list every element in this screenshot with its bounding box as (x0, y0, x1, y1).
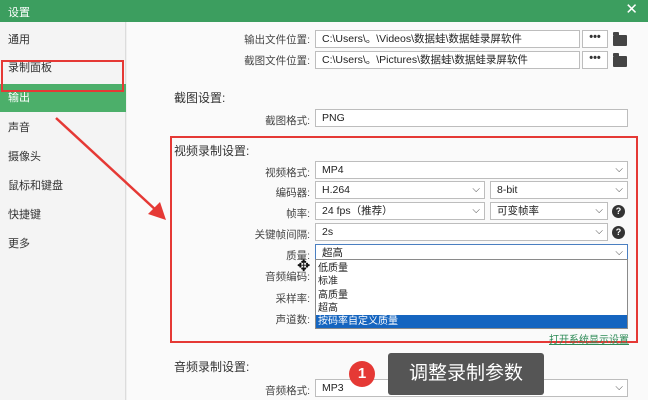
annotation-arrow (55, 117, 166, 220)
annotation-number-badge: 1 (349, 361, 375, 387)
move-cursor-icon: ✥ (297, 258, 311, 275)
annotation-tooltip: 调整录制参数 (388, 353, 544, 395)
